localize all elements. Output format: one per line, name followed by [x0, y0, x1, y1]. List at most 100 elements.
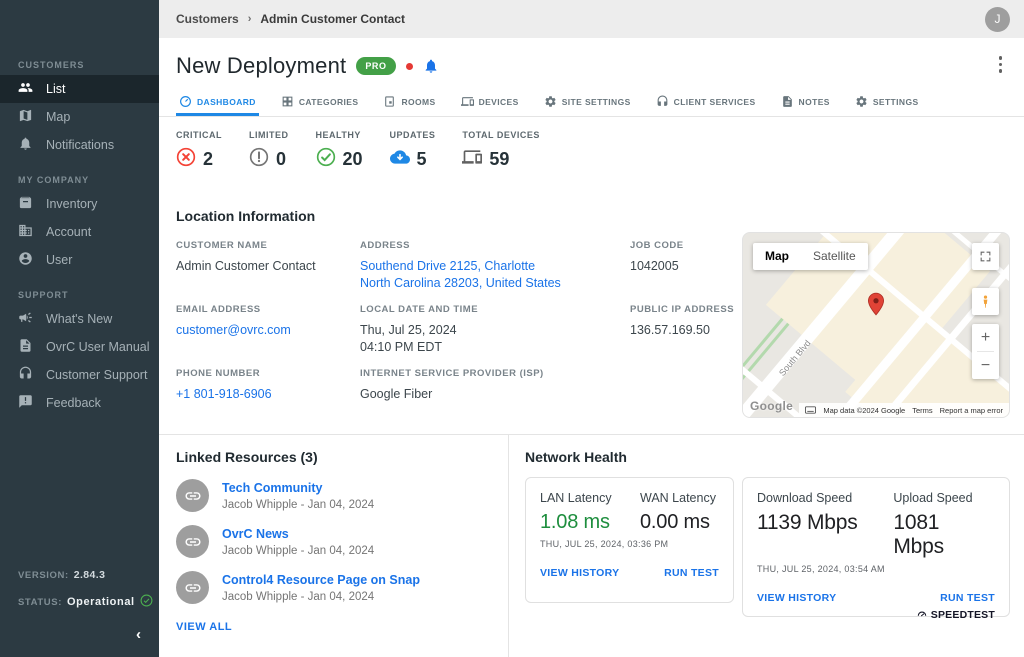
- zoom-out-button[interactable]: −: [972, 352, 999, 379]
- fullscreen-button[interactable]: [972, 243, 999, 270]
- user-avatar[interactable]: J: [985, 7, 1010, 32]
- section-heading: Network Health: [525, 449, 1010, 465]
- phone-link[interactable]: +1 801-918-6906: [176, 386, 351, 403]
- counter-total-devices[interactable]: TOTAL DEVICES 59: [462, 130, 540, 172]
- room-icon: [383, 95, 396, 108]
- devices-icon: [462, 147, 482, 172]
- sidebar-item-user[interactable]: User: [0, 246, 159, 274]
- map-report-link[interactable]: Report a map error: [940, 406, 1003, 415]
- grid-icon: [281, 95, 294, 108]
- sidebar-item-label: What's New: [46, 313, 112, 326]
- headset-icon: [18, 366, 33, 384]
- sidebar-item-user-manual[interactable]: OvrC User Manual: [0, 333, 159, 361]
- location-map[interactable]: South Blvd Map Satellite + − Google Map …: [742, 232, 1010, 418]
- speed-timestamp: THU, JUL 25, 2024, 03:54 AM: [757, 564, 995, 574]
- megaphone-icon: [18, 310, 33, 328]
- zoom-in-button[interactable]: +: [972, 324, 999, 351]
- section-heading: Linked Resources (3): [176, 449, 508, 465]
- notifications-bell-icon[interactable]: [423, 58, 439, 74]
- sidebar-item-label: Notifications: [46, 139, 114, 152]
- view-history-link[interactable]: VIEW HISTORY: [757, 592, 836, 604]
- people-icon: [18, 80, 33, 98]
- bell-icon: [18, 136, 33, 154]
- page-header: New Deployment PRO: [176, 51, 1024, 81]
- latency-card: LAN Latency 1.08 ms WAN Latency 0.00 ms …: [525, 477, 734, 603]
- tab-rooms[interactable]: ROOMS: [380, 91, 438, 116]
- status-info: STATUS: Operational: [18, 594, 141, 610]
- sidebar-item-inventory[interactable]: Inventory: [0, 190, 159, 218]
- breadcrumb-customers[interactable]: Customers: [176, 12, 239, 26]
- resource-link[interactable]: Control4 Resource Page on Snap: [222, 573, 420, 587]
- run-test-link[interactable]: RUN TEST: [940, 592, 995, 604]
- latency-timestamp: THU, JUL 25, 2024, 03:36 PM: [540, 539, 719, 549]
- tab-notes[interactable]: NOTES: [778, 91, 833, 116]
- check-circle-icon: [140, 594, 153, 610]
- google-logo: Google: [750, 399, 793, 413]
- sidebar-item-customer-support[interactable]: Customer Support: [0, 361, 159, 389]
- overflow-menu-button[interactable]: [999, 56, 1003, 73]
- status-value: Operational: [67, 596, 135, 608]
- counter-limited[interactable]: LIMITED 0: [249, 130, 289, 172]
- resource-item[interactable]: OvrC News Jacob Whipple - Jan 04, 2024: [176, 525, 508, 558]
- field-job-code: JOB CODE 1042005: [630, 240, 740, 304]
- counter-updates[interactable]: UPDATES 5: [390, 130, 436, 172]
- tab-client-services[interactable]: CLIENT SERVICES: [653, 91, 759, 116]
- sidebar-footer: VERSION: 2.84.3 STATUS: Operational ‹: [0, 569, 159, 657]
- network-health-section: Network Health LAN Latency 1.08 ms WAN L…: [508, 435, 1024, 657]
- field-local-datetime: LOCAL DATE AND TIME Thu, Jul 25, 2024 04…: [360, 304, 615, 368]
- sidebar-item-feedback[interactable]: Feedback: [0, 389, 159, 417]
- keyboard-icon: [805, 406, 816, 414]
- headset-icon: [656, 95, 669, 108]
- gauge-icon: [179, 95, 192, 108]
- location-information-section: Location Information CUSTOMER NAME Admin…: [159, 208, 1024, 224]
- archive-icon: [18, 195, 33, 213]
- counter-critical[interactable]: CRITICAL 2: [176, 130, 222, 172]
- resource-link[interactable]: Tech Community: [222, 481, 374, 495]
- link-icon: [176, 525, 209, 558]
- satellite-button[interactable]: Satellite: [801, 243, 868, 270]
- critical-circle-x-icon: [176, 147, 196, 172]
- tab-bar: DASHBOARD CATEGORIES ROOMS DEVICES SITE …: [176, 91, 1024, 116]
- gear-icon: [544, 95, 557, 108]
- field-public-ip: PUBLIC IP ADDRESS 136.57.169.50: [630, 304, 740, 368]
- resource-link[interactable]: OvrC News: [222, 527, 374, 541]
- view-all-link[interactable]: VIEW ALL: [176, 621, 508, 633]
- map-pin-icon: [863, 291, 889, 317]
- document-icon: [18, 338, 33, 356]
- person-icon: [18, 251, 33, 269]
- map-button[interactable]: Map: [753, 243, 801, 270]
- sidebar-item-list[interactable]: List: [0, 75, 159, 103]
- resource-item[interactable]: Control4 Resource Page on Snap Jacob Whi…: [176, 571, 508, 604]
- sidebar-section-support: SUPPORT: [18, 290, 159, 300]
- speedtest-gauge-icon: [916, 609, 928, 621]
- download-speed-value: 1139 Mbps: [757, 511, 893, 535]
- tab-categories[interactable]: CATEGORIES: [278, 91, 362, 116]
- tab-site-settings[interactable]: SITE SETTINGS: [541, 91, 634, 116]
- sidebar-item-label: User: [46, 254, 72, 267]
- upload-speed-value: 1081 Mbps: [893, 511, 995, 559]
- resource-item[interactable]: Tech Community Jacob Whipple - Jan 04, 2…: [176, 479, 508, 512]
- sidebar-item-account[interactable]: Account: [0, 218, 159, 246]
- tab-devices[interactable]: DEVICES: [458, 91, 522, 116]
- map-zoom-control: + −: [972, 324, 999, 379]
- address-link[interactable]: Southend Drive 2125, Charlotte North Car…: [360, 258, 615, 292]
- pro-badge: PRO: [356, 57, 395, 75]
- wan-latency-value: 0.00 ms: [640, 511, 716, 534]
- tab-dashboard[interactable]: DASHBOARD: [176, 91, 259, 116]
- pegman-icon[interactable]: [972, 288, 999, 315]
- map-terms-link[interactable]: Terms: [912, 406, 932, 415]
- feedback-icon: [18, 394, 33, 412]
- sidebar: CUSTOMERS List Map Notifications MY COMP…: [0, 0, 159, 657]
- sidebar-item-notifications[interactable]: Notifications: [0, 131, 159, 159]
- sidebar-collapse-button[interactable]: ‹: [18, 626, 141, 643]
- sidebar-item-whats-new[interactable]: What's New: [0, 305, 159, 333]
- app-window: CUSTOMERS List Map Notifications MY COMP…: [0, 0, 1024, 657]
- view-history-link[interactable]: VIEW HISTORY: [540, 567, 619, 579]
- counter-healthy[interactable]: HEALTHY 20: [316, 130, 363, 172]
- sidebar-item-label: Feedback: [46, 397, 101, 410]
- run-test-link[interactable]: RUN TEST: [664, 567, 719, 579]
- email-link[interactable]: customer@ovrc.com: [176, 322, 351, 339]
- tab-settings[interactable]: SETTINGS: [852, 91, 922, 116]
- sidebar-item-map[interactable]: Map: [0, 103, 159, 131]
- sidebar-section-customers: CUSTOMERS: [18, 60, 159, 70]
